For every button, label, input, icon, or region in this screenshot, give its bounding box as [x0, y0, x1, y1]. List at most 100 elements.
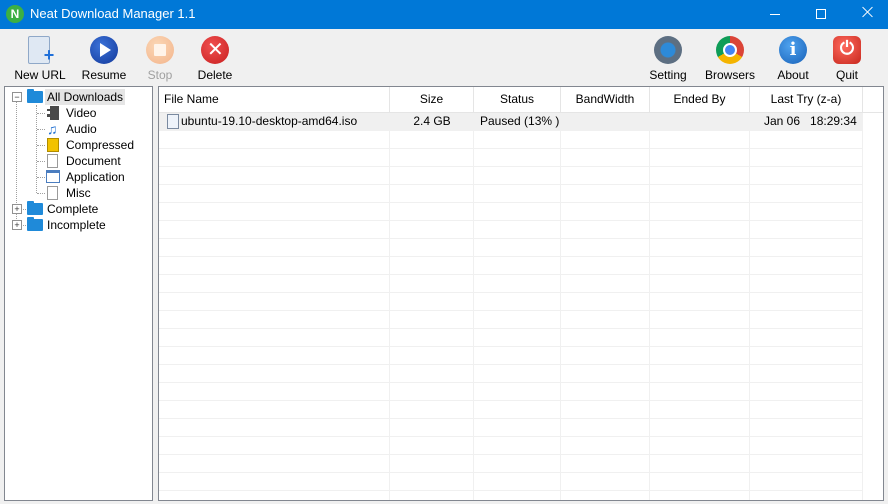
about-button[interactable]: i About	[765, 32, 821, 84]
stop-label: Stop	[147, 68, 173, 82]
grid-line	[159, 202, 863, 203]
close-button[interactable]	[844, 0, 888, 29]
maximize-icon	[816, 9, 826, 19]
file-icon	[167, 114, 179, 129]
browsers-label: Browsers	[704, 68, 755, 82]
table-row[interactable]: ubuntu-19.10-desktop-amd64.iso 2.4 GB Pa…	[159, 113, 863, 130]
new-url-button[interactable]: + New URL	[12, 32, 68, 84]
tree-connector	[37, 129, 45, 130]
grid-line	[159, 400, 863, 401]
column-header-size[interactable]: Size	[390, 87, 474, 112]
list-header: File Name Size Status BandWidth Ended By…	[159, 87, 883, 113]
quit-icon: ⏻	[833, 36, 861, 64]
maximize-button[interactable]	[798, 0, 844, 29]
cell-status: Paused (13% )	[480, 114, 560, 128]
grid-line	[159, 238, 863, 239]
resume-label: Resume	[81, 68, 127, 82]
browsers-icon	[716, 36, 744, 64]
grid-line	[159, 256, 863, 257]
grid-line	[159, 364, 863, 365]
collapse-toggle[interactable]: −	[12, 92, 22, 102]
cell-file-name: ubuntu-19.10-desktop-amd64.iso	[181, 114, 358, 128]
quit-button[interactable]: ⏻ Quit	[819, 32, 875, 84]
grid-line	[159, 472, 863, 473]
grid-line	[159, 310, 863, 311]
minimize-icon	[770, 14, 780, 15]
window-title: Neat Download Manager 1.1	[30, 6, 196, 21]
grid-line	[159, 382, 863, 383]
folder-icon	[27, 217, 43, 231]
misc-file-icon	[47, 186, 58, 200]
delete-label: Delete	[197, 68, 233, 82]
browsers-button[interactable]: Browsers	[702, 32, 758, 84]
close-icon	[862, 6, 874, 18]
column-header-ended-by[interactable]: Ended By	[650, 87, 750, 112]
resume-icon	[90, 36, 118, 64]
setting-icon	[654, 36, 682, 64]
grid-line	[159, 490, 863, 491]
tree-connector	[37, 113, 45, 114]
grid-line	[159, 220, 863, 221]
toolbar: + New URL Resume Stop ✕ Delete Setting B…	[0, 29, 888, 85]
grid-line	[159, 346, 863, 347]
tree-item-video[interactable]: Video	[66, 105, 96, 121]
application-icon	[46, 170, 60, 183]
music-note-icon: ♫	[47, 121, 58, 137]
cell-size: 2.4 GB	[413, 114, 451, 128]
grid-line	[159, 166, 863, 167]
folder-icon	[27, 89, 43, 103]
tree-connector	[37, 177, 45, 178]
column-header-status[interactable]: Status	[474, 87, 561, 112]
grid-line	[159, 454, 863, 455]
grid-line	[159, 328, 863, 329]
tree-item-all-downloads[interactable]: All Downloads	[45, 89, 126, 105]
grid-line	[159, 148, 863, 149]
grid-line	[159, 184, 863, 185]
title-bar: N Neat Download Manager 1.1	[0, 0, 888, 29]
delete-icon: ✕	[201, 36, 229, 64]
archive-icon	[47, 138, 59, 152]
folder-icon	[27, 201, 43, 215]
tree-connector	[37, 145, 45, 146]
column-header-bandwidth[interactable]: BandWidth	[561, 87, 650, 112]
about-label: About	[777, 68, 809, 82]
grid-line	[749, 113, 750, 500]
tree-connector	[36, 105, 37, 193]
grid-line	[159, 436, 863, 437]
tree-connector	[37, 161, 45, 162]
setting-button[interactable]: Setting	[640, 32, 696, 84]
tree-item-incomplete[interactable]: Incomplete	[47, 217, 106, 233]
quit-label: Quit	[835, 68, 858, 82]
delete-button[interactable]: ✕ Delete	[187, 32, 243, 84]
grid-line	[560, 113, 561, 500]
grid-line	[473, 113, 474, 500]
grid-line	[159, 130, 863, 131]
new-url-label: New URL	[14, 68, 66, 82]
category-tree: − All Downloads Video ♫ Audio Compressed…	[4, 86, 153, 501]
resume-button[interactable]: Resume	[76, 32, 132, 84]
tree-item-compressed[interactable]: Compressed	[66, 137, 134, 153]
tree-connector	[37, 193, 45, 194]
about-icon: i	[779, 36, 807, 64]
plus-icon: +	[43, 45, 55, 65]
expand-toggle[interactable]: +	[12, 220, 22, 230]
grid-line	[389, 113, 390, 500]
tree-item-application[interactable]: Application	[66, 169, 125, 185]
grid-line	[649, 113, 650, 500]
minimize-button[interactable]	[752, 0, 798, 29]
grid-line	[862, 113, 863, 500]
tree-item-document[interactable]: Document	[66, 153, 121, 169]
tree-item-audio[interactable]: Audio	[66, 121, 97, 137]
download-list: File Name Size Status BandWidth Ended By…	[158, 86, 884, 501]
stop-icon	[146, 36, 174, 64]
cell-last-try: Jan 06 18:29:34	[764, 114, 857, 128]
stop-button[interactable]: Stop	[132, 32, 188, 84]
column-header-file-name[interactable]: File Name	[159, 87, 390, 112]
expand-toggle[interactable]: +	[12, 204, 22, 214]
tree-item-complete[interactable]: Complete	[47, 201, 98, 217]
grid-line	[159, 274, 863, 275]
app-logo-icon: N	[6, 5, 24, 23]
column-header-last-try[interactable]: Last Try (z-a)	[750, 87, 863, 112]
tree-item-misc[interactable]: Misc	[66, 185, 91, 201]
film-icon	[47, 106, 59, 120]
